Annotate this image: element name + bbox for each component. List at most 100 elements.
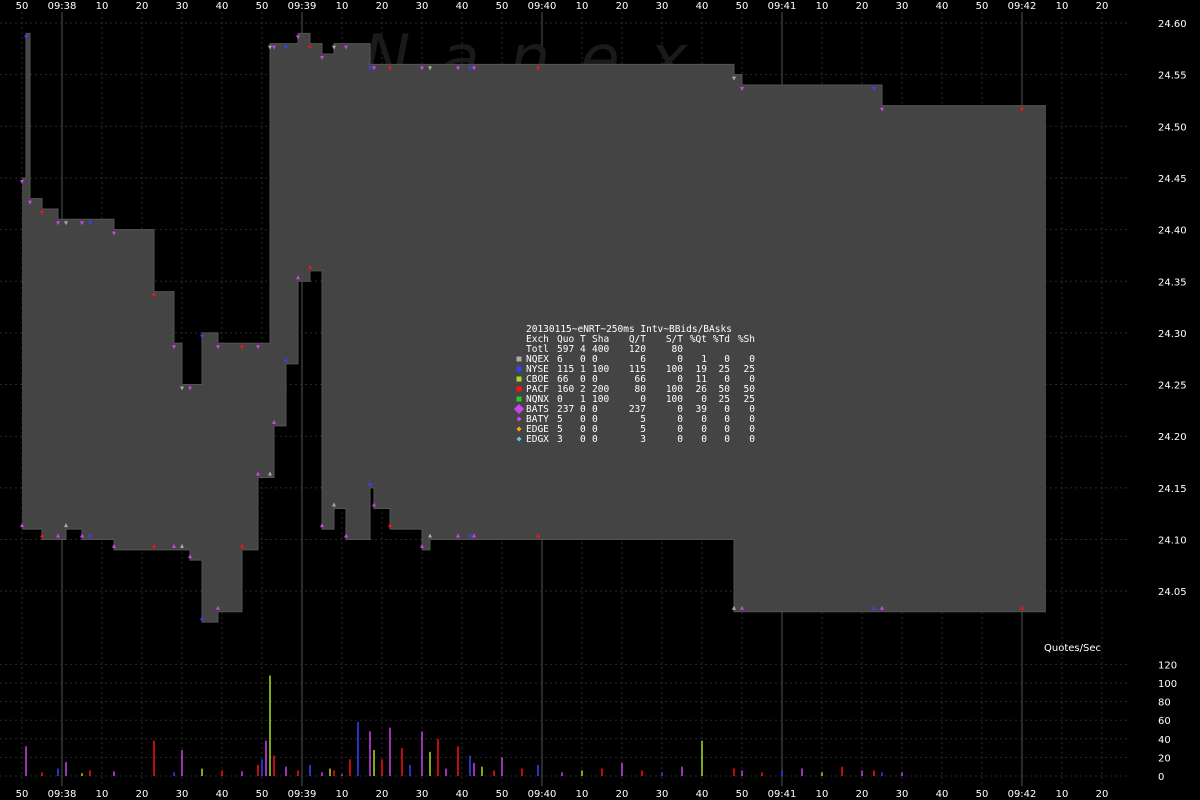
- y-tick-label: 24.35: [1158, 277, 1187, 288]
- y-tick-label: 24.15: [1158, 484, 1187, 495]
- legend-cell: 0: [592, 434, 598, 445]
- volume-bar: [521, 768, 523, 776]
- x-tick-label-top: 10: [1056, 1, 1069, 12]
- x-tick-label-top: 30: [176, 1, 189, 12]
- volume-bar: [761, 772, 763, 776]
- volume-bar: [733, 768, 735, 776]
- volume-bar: [357, 722, 359, 776]
- x-tick-label-bottom: 40: [696, 789, 709, 800]
- x-tick-label-bottom: 09:39: [288, 789, 317, 800]
- volume-bar: [841, 766, 843, 776]
- x-tick-label-bottom: 09:42: [1008, 789, 1037, 800]
- x-tick-label-top: 20: [856, 1, 869, 12]
- x-tick-label-top: 10: [336, 1, 349, 12]
- legend-cell: 0: [724, 434, 730, 445]
- x-tick-label-bottom: 10: [96, 789, 109, 800]
- x-tick-label-bottom: 20: [376, 789, 389, 800]
- x-tick-label-top: 09:39: [288, 1, 317, 12]
- volume-bar: [285, 766, 287, 776]
- x-tick-label-top: 09:41: [768, 1, 797, 12]
- volume-bar: [429, 751, 431, 776]
- volume-bar: [421, 731, 423, 776]
- x-tick-label-top: 10: [96, 1, 109, 12]
- volume-bar: [601, 768, 603, 776]
- vol-y-tick-label: 80: [1158, 698, 1171, 709]
- y-tick-label: 24.50: [1158, 122, 1187, 133]
- legend-header: %Td: [713, 334, 730, 345]
- legend-cell: 0: [701, 434, 707, 445]
- x-tick-label-bottom: 09:41: [768, 789, 797, 800]
- volume-bar: [349, 759, 351, 776]
- legend-cell: EDGX: [526, 434, 549, 445]
- volume-bar: [781, 770, 783, 776]
- volume-bar: [221, 770, 223, 776]
- legend-cell: 0: [677, 434, 683, 445]
- volume-bar: [321, 772, 323, 776]
- x-tick-label-top: 20: [1096, 1, 1109, 12]
- x-tick-label-bottom: 09:38: [48, 789, 77, 800]
- x-tick-label-bottom: 50: [256, 789, 269, 800]
- volume-bar: [269, 675, 271, 776]
- x-tick-label-top: 40: [216, 1, 229, 12]
- x-tick-label-top: 09:40: [528, 1, 557, 12]
- volume-bar: [493, 770, 495, 776]
- vol-y-tick-label: 120: [1158, 660, 1177, 671]
- volume-bar: [81, 773, 83, 776]
- volume-bar: [501, 757, 503, 776]
- x-tick-label-top: 20: [376, 1, 389, 12]
- x-tick-label-bottom: 30: [896, 789, 909, 800]
- volume-bar: [881, 772, 883, 776]
- volume-bar: [201, 768, 203, 776]
- volume-bar: [469, 755, 471, 776]
- legend-cell: 0: [580, 434, 586, 445]
- volume-bar: [861, 770, 863, 776]
- x-tick-label-bottom: 30: [176, 789, 189, 800]
- nanex-quote-chart: Nanex 505009:3809:3810102020303040405050…: [0, 0, 1200, 800]
- x-tick-label-bottom: 10: [816, 789, 829, 800]
- x-tick-label-bottom: 30: [416, 789, 429, 800]
- x-tick-label-top: 10: [816, 1, 829, 12]
- volume-bar: [25, 746, 27, 776]
- volume-bar: [409, 764, 411, 776]
- x-tick-label-bottom: 10: [576, 789, 589, 800]
- volume-bar: [369, 731, 371, 776]
- x-tick-label-top: 30: [656, 1, 669, 12]
- vol-y-tick-label: 40: [1158, 735, 1171, 746]
- volume-bar: [333, 770, 335, 776]
- y-tick-label: 24.30: [1158, 329, 1187, 340]
- x-tick-label-top: 40: [696, 1, 709, 12]
- legend-header: %Sh: [738, 334, 755, 345]
- y-tick-label: 24.05: [1158, 587, 1187, 598]
- x-tick-label-bottom: 50: [496, 789, 509, 800]
- volume-bar: [581, 770, 583, 776]
- volume-bar: [57, 768, 59, 776]
- x-tick-label-top: 20: [136, 1, 149, 12]
- volume-bar: [621, 762, 623, 776]
- x-tick-label-bottom: 50: [16, 789, 29, 800]
- volume-bar: [65, 762, 67, 776]
- x-tick-label-bottom: 20: [1096, 789, 1109, 800]
- x-tick-label-bottom: 20: [136, 789, 149, 800]
- volume-bar: [641, 770, 643, 776]
- volume-bar: [457, 746, 459, 776]
- y-tick-label: 24.10: [1158, 536, 1187, 547]
- volume-bar: [381, 759, 383, 776]
- x-tick-label-bottom: 10: [336, 789, 349, 800]
- volume-bar: [437, 738, 439, 776]
- volume-bar: [681, 766, 683, 776]
- volume-bar: [181, 749, 183, 776]
- x-tick-label-bottom: 40: [456, 789, 469, 800]
- volume-bar: [261, 759, 263, 776]
- y-tick-label: 24.25: [1158, 381, 1187, 392]
- x-tick-label-top: 20: [616, 1, 629, 12]
- x-tick-label-bottom: 40: [936, 789, 949, 800]
- volume-bar: [473, 762, 475, 776]
- volume-bar: [445, 768, 447, 776]
- volume-bar: [89, 770, 91, 776]
- volume-bar: [821, 772, 823, 776]
- volume-bar: [257, 764, 259, 776]
- volume-bar: [41, 772, 43, 776]
- x-tick-label-top: 50: [736, 1, 749, 12]
- volume-bar: [309, 764, 311, 776]
- volume-bar: [873, 770, 875, 776]
